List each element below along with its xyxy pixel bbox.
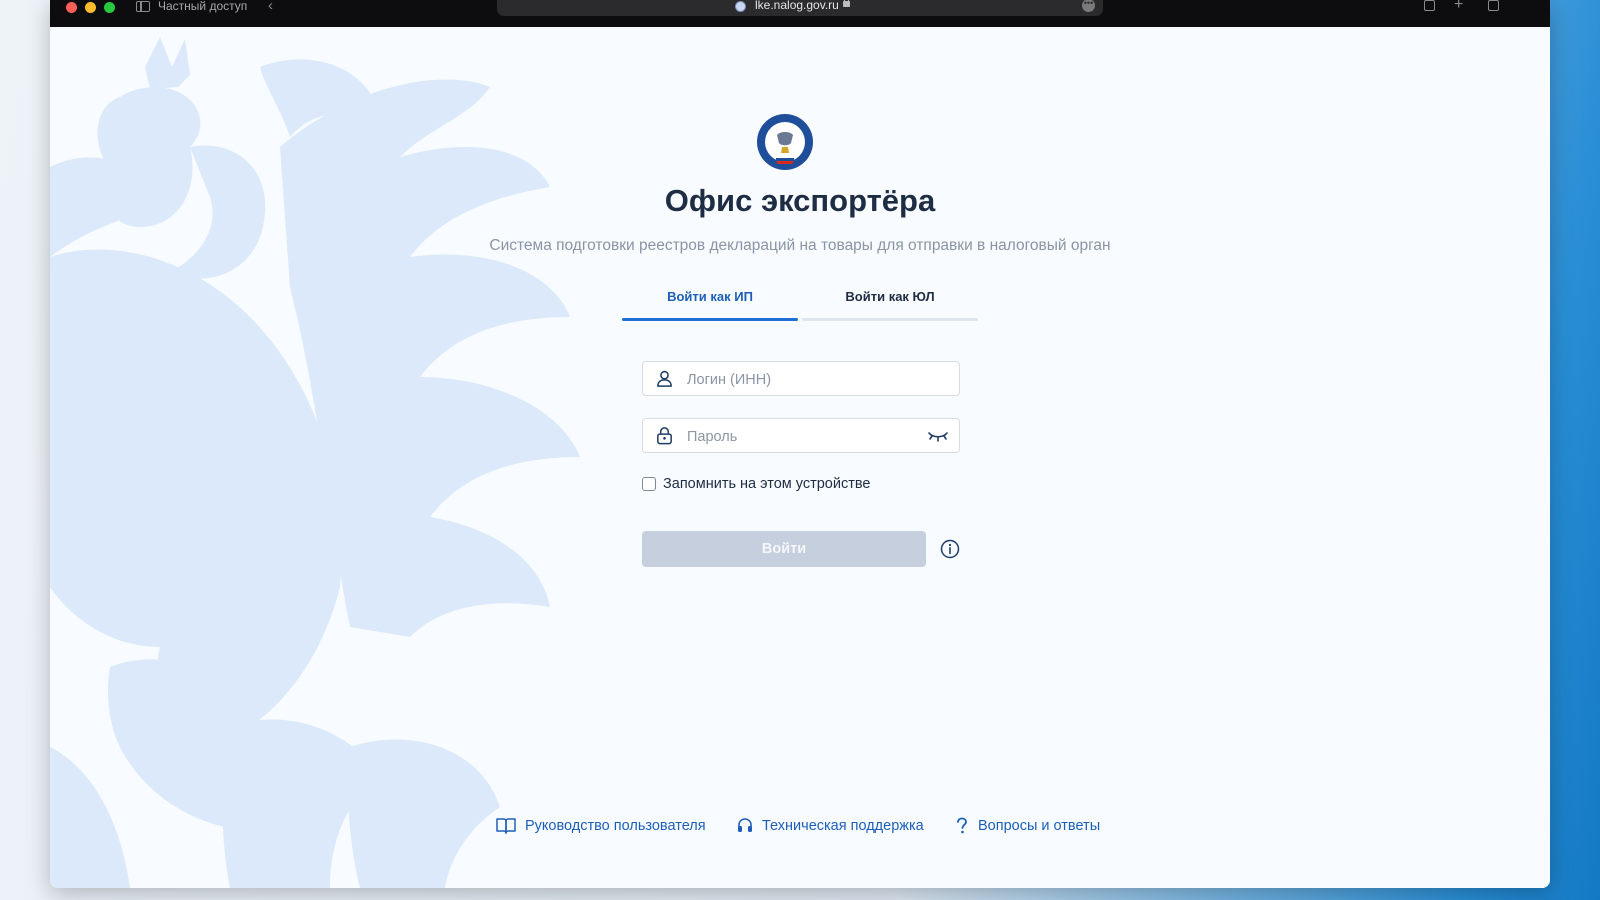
login-type-tabs: Войти как ИП Войти как ЮЛ — [622, 289, 978, 321]
new-tab-icon[interactable]: + — [1454, 0, 1465, 13]
eagle-watermark-icon — [50, 37, 580, 888]
login-button[interactable]: Войти — [642, 531, 926, 567]
book-icon — [496, 818, 516, 834]
fns-emblem-logo — [757, 114, 813, 170]
question-icon — [957, 817, 967, 834]
more-options-icon[interactable]: ••• — [1082, 0, 1095, 12]
tab-login-ip[interactable]: Войти как ИП — [622, 289, 798, 321]
faq-link[interactable]: Вопросы и ответы — [954, 815, 1114, 839]
password-field[interactable] — [642, 418, 960, 454]
browser-titlebar: Частный доступ ‹ lke.nalog.gov.ru ••• + — [50, 0, 1550, 27]
secure-lock-icon — [843, 0, 850, 7]
tab-login-ul[interactable]: Войти как ЮЛ — [802, 289, 978, 321]
remember-checkbox[interactable] — [642, 477, 656, 491]
minimize-window-button[interactable] — [85, 2, 96, 13]
login-field[interactable] — [642, 361, 960, 397]
address-url: lke.nalog.gov.ru — [755, 0, 839, 12]
page-title: Офис экспортёра — [664, 183, 936, 218]
sidebar-toggle-icon[interactable] — [136, 1, 150, 12]
faq-label: Вопросы и ответы — [978, 818, 1101, 834]
back-chevron-icon[interactable]: ‹ — [268, 0, 273, 14]
share-icon[interactable] — [1424, 0, 1435, 11]
zoom-window-button[interactable] — [104, 2, 115, 13]
footer-links: Руководство пользователя Техническая под… — [50, 815, 1550, 839]
eye-closed-icon[interactable] — [927, 429, 949, 443]
remember-label: Запомнить на этом устройстве — [663, 476, 871, 492]
page-subtitle: Система подготовки реестров деклараций н… — [489, 237, 1111, 254]
login-input[interactable] — [685, 362, 919, 397]
user-icon — [657, 370, 672, 387]
lock-icon — [657, 427, 672, 445]
headset-icon — [738, 818, 752, 832]
private-mode-label: Частный доступ — [158, 0, 248, 13]
user-guide-link[interactable]: Руководство пользователя — [495, 815, 706, 839]
tech-support-link[interactable]: Техническая поддержка — [736, 815, 926, 839]
user-guide-label: Руководство пользователя — [525, 818, 706, 834]
tab-overview-icon[interactable] — [1488, 0, 1499, 11]
login-page: Офис экспортёра Система подготовки реест… — [50, 27, 1550, 888]
info-icon[interactable] — [940, 539, 960, 559]
site-shield-icon — [735, 1, 746, 12]
tech-support-label: Техническая поддержка — [762, 818, 924, 834]
password-input[interactable] — [685, 419, 919, 454]
address-bar[interactable]: lke.nalog.gov.ru ••• — [497, 0, 1103, 16]
browser-window: Частный доступ ‹ lke.nalog.gov.ru ••• + — [50, 0, 1550, 888]
close-window-button[interactable] — [66, 2, 77, 13]
